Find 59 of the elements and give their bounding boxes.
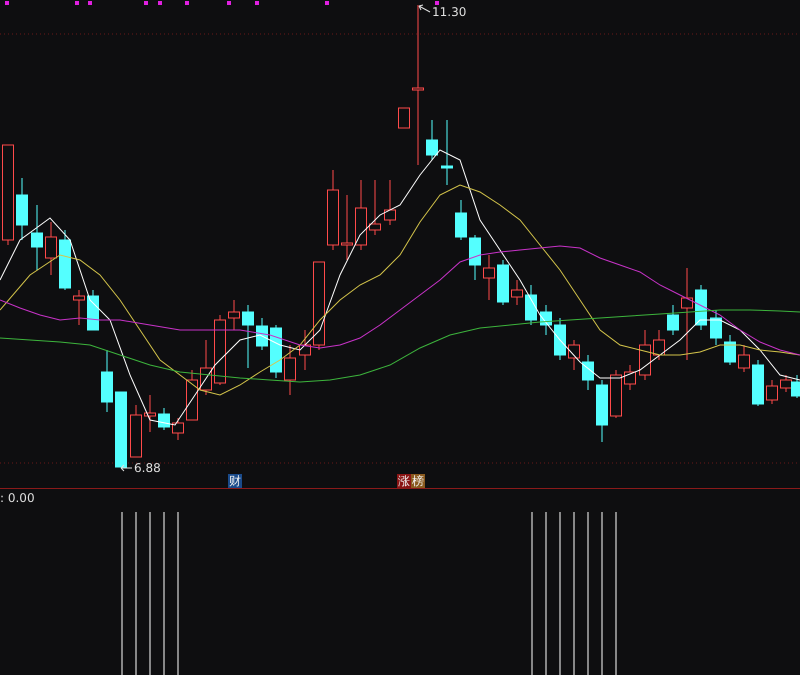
falling-candlestick [710, 310, 722, 346]
falling-candlestick [497, 260, 509, 306]
rising-candlestick [511, 280, 523, 306]
rising-candlestick [624, 364, 636, 390]
pointer-arrow-icon [120, 464, 132, 472]
falling-candlestick [441, 120, 453, 186]
falling-candlestick [16, 178, 28, 240]
rising-candlestick [73, 290, 85, 326]
falling-candlestick [791, 374, 800, 398]
falling-candlestick [455, 200, 467, 240]
falling-candlestick [525, 284, 537, 326]
rising-candlestick [130, 404, 142, 458]
rising-candlestick [384, 180, 396, 226]
falling-candlestick [101, 350, 113, 412]
falling-candlestick [426, 120, 438, 160]
rising-candlestick [355, 180, 367, 250]
rising-candlestick [214, 314, 226, 386]
falling-candlestick [540, 304, 552, 336]
rising-candlestick [568, 340, 580, 370]
falling-candlestick [158, 408, 170, 430]
falling-candlestick [87, 290, 99, 330]
falling-candlestick [554, 318, 566, 360]
rising-candlestick [780, 374, 792, 392]
rising-candlestick [45, 222, 57, 276]
pointer-arrow-icon [418, 4, 430, 12]
falling-candlestick [270, 324, 282, 378]
rising-candlestick [398, 108, 410, 128]
rising-candlestick [369, 180, 381, 236]
falling-candlestick [582, 354, 594, 390]
falling-candlestick [596, 380, 608, 442]
falling-candlestick [752, 360, 764, 406]
rising-candlestick [610, 370, 622, 418]
rising-candlestick [341, 194, 353, 260]
falling-candlestick [469, 234, 481, 280]
rising-candlestick [766, 380, 778, 404]
rising-candlestick [738, 344, 750, 372]
falling-candlestick [695, 284, 707, 330]
rising-candlestick [639, 330, 651, 380]
rising-candlestick [653, 330, 665, 360]
falling-candlestick [242, 304, 254, 368]
event-badge[interactable]: 涨 [397, 474, 411, 488]
rising-candlestick [228, 300, 240, 330]
rising-candlestick [200, 340, 212, 396]
falling-candlestick [31, 204, 43, 270]
event-badge[interactable]: 榜 [411, 474, 425, 488]
high-price-label: 11.30 [432, 5, 466, 19]
rising-candlestick [299, 330, 311, 370]
low-price-label: 6.88 [134, 461, 161, 475]
rising-candlestick [284, 344, 296, 396]
falling-candlestick [59, 230, 71, 290]
falling-candlestick [724, 334, 736, 366]
rising-candlestick [144, 394, 156, 432]
falling-candlestick [256, 318, 268, 350]
rising-candlestick [483, 254, 495, 300]
rising-candlestick [172, 418, 184, 440]
event-badge[interactable]: 财 [228, 474, 242, 488]
rising-candlestick [186, 370, 198, 420]
falling-candlestick [667, 304, 679, 336]
indicator-value-label: : 0.00 [0, 491, 35, 505]
